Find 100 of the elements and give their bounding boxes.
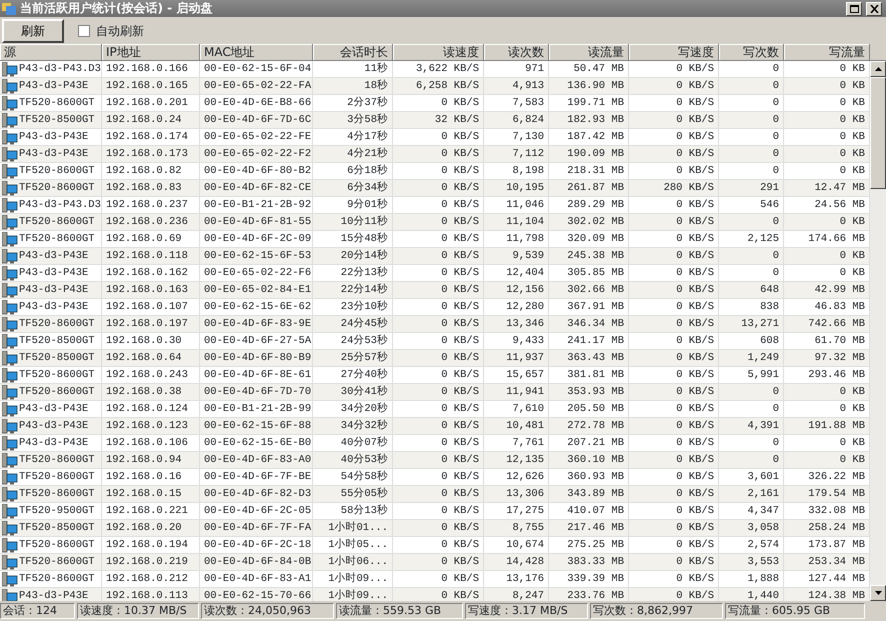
- computer-icon: [2, 520, 18, 536]
- table-cell: 10,481: [484, 418, 549, 435]
- table-cell: 291: [719, 180, 784, 197]
- scroll-up-button[interactable]: [870, 61, 886, 77]
- table-cell: 0 KB/S: [629, 112, 719, 129]
- table-cell: 6,824: [484, 112, 549, 129]
- table-cell: 302.66 MB: [549, 282, 629, 299]
- table-cell: 192.168.0.20: [102, 520, 200, 537]
- table-cell-text: P43-d3-P43E: [19, 249, 88, 264]
- table-cell: 192.168.0.197: [102, 316, 200, 333]
- table-cell: 13,306: [484, 486, 549, 503]
- table-cell: 42.99 MB: [784, 282, 870, 299]
- computer-icon: [2, 146, 18, 162]
- auto-refresh-label[interactable]: 自动刷新: [96, 22, 144, 40]
- table-cell: 0 KB/S: [393, 588, 484, 601]
- auto-refresh-checkbox[interactable]: [78, 24, 90, 36]
- computer-icon: [2, 402, 18, 416]
- column-header[interactable]: 读速度: [393, 44, 484, 61]
- table-cell: 742.66 MB: [784, 316, 870, 333]
- computer-icon: [2, 554, 18, 570]
- computer-icon: [2, 350, 18, 366]
- window-title: 当前活跃用户统计(按会话) - 启动盘: [20, 0, 212, 17]
- computer-icon: [2, 368, 18, 382]
- computer-icon: [2, 538, 18, 552]
- table-cell: 14,428: [484, 554, 549, 571]
- table-cell: 11,104: [484, 214, 549, 231]
- table-cell-text: P43-d3-P43E: [19, 130, 88, 145]
- scrollbar-track[interactable]: [870, 44, 886, 601]
- column-header[interactable]: 写速度: [629, 44, 719, 61]
- table-cell: 18秒: [313, 78, 393, 95]
- table-cell-text: TF520-8600GT: [19, 572, 95, 587]
- scroll-down-button[interactable]: [870, 585, 886, 601]
- table-cell-text: TF520-8500GT: [19, 113, 95, 128]
- table-cell: 1小时01...: [313, 520, 393, 537]
- table-cell-text: TF520-8600GT: [19, 96, 95, 111]
- table-cell: 00-E0-4D-6F-7D-70: [200, 384, 313, 401]
- table-cell: 360.10 MB: [549, 452, 629, 469]
- table-cell: 258.24 MB: [784, 520, 870, 537]
- table-cell: 0 KB/S: [629, 78, 719, 95]
- table-cell: 00-E0-65-02-22-F2: [200, 146, 313, 163]
- table-cell: 4,391: [719, 418, 784, 435]
- column-header[interactable]: 写次数: [719, 44, 784, 61]
- column-header[interactable]: 会话时长: [313, 44, 393, 61]
- table-cell-text: TF520-8600GT: [19, 453, 95, 468]
- table-cell-text: P43-d3-P43.D3: [19, 198, 101, 213]
- table-cell: 0: [719, 248, 784, 265]
- table-cell: 00-E0-4D-6F-80-B9: [200, 350, 313, 367]
- table-cell: 192.168.0.236: [102, 214, 200, 231]
- table-cell: 12.47 MB: [784, 180, 870, 197]
- column-header[interactable]: 源: [0, 44, 102, 61]
- status-text: 读流量：559.53 GB: [336, 603, 463, 619]
- table-cell: 00-E0-4D-6F-83-9E: [200, 316, 313, 333]
- table-cell: 648: [719, 282, 784, 299]
- maximize-button[interactable]: [846, 2, 862, 16]
- column-header[interactable]: 读流量: [549, 44, 629, 61]
- table-cell: 12,156: [484, 282, 549, 299]
- table-cell: 3,553: [719, 554, 784, 571]
- table-cell: 3分58秒: [313, 112, 393, 129]
- table-cell: 10分11秒: [313, 214, 393, 231]
- column-header[interactable]: 写流量: [784, 44, 870, 61]
- table-cell-text: P43-d3-P43E: [19, 419, 88, 434]
- status-text: 会话：124: [0, 603, 75, 619]
- table-cell: 1,440: [719, 588, 784, 601]
- table-cell-text: P43-d3-P43E: [19, 402, 88, 417]
- table-cell: 0 KB/S: [393, 282, 484, 299]
- status-text: 读速度：10.37 MB/S: [77, 603, 199, 619]
- computer-icon: [2, 198, 18, 212]
- table-cell: 182.93 MB: [549, 112, 629, 129]
- table-cell: 13,271: [719, 316, 784, 333]
- table-cell: 22分14秒: [313, 282, 393, 299]
- table-cell-text: P43-d3-P43E: [19, 436, 88, 451]
- column-header[interactable]: MAC地址: [200, 44, 313, 61]
- column-header[interactable]: 读次数: [484, 44, 549, 61]
- maximize-icon: [850, 5, 858, 13]
- table-cell: 00-E0-65-02-84-E1: [200, 282, 313, 299]
- table-cell: 0: [719, 452, 784, 469]
- scroll-thumb[interactable]: [870, 77, 886, 189]
- table-cell-text: TF520-8500GT: [19, 351, 95, 366]
- table-cell: 280 KB/S: [629, 180, 719, 197]
- table-cell: 261.87 MB: [549, 180, 629, 197]
- table-cell: 0 KB/S: [629, 350, 719, 367]
- table-cell: 9,539: [484, 248, 549, 265]
- column-header[interactable]: IP地址: [102, 44, 200, 61]
- computer-icon: [2, 248, 18, 264]
- table-cell: 4分21秒: [313, 146, 393, 163]
- table-cell: 10,195: [484, 180, 549, 197]
- table-cell: 383.33 MB: [549, 554, 629, 571]
- refresh-button[interactable]: 刷新: [2, 18, 64, 42]
- status-text: 写次数：8,862,997: [590, 603, 723, 619]
- close-button[interactable]: [866, 2, 882, 16]
- table-cell-text: P43-d3-P43E: [19, 147, 88, 162]
- table-cell-text: TF520-9500GT: [19, 504, 95, 519]
- table-cell: 0 KB/S: [393, 316, 484, 333]
- status-text: 读次数：24,050,963: [201, 603, 334, 619]
- table-cell: 0 KB/S: [629, 146, 719, 163]
- table-cell: 0 KB/S: [393, 418, 484, 435]
- table-cell: 353.93 MB: [549, 384, 629, 401]
- table-cell: 0 KB/S: [629, 486, 719, 503]
- table-cell: 13,346: [484, 316, 549, 333]
- table-cell: 217.46 MB: [549, 520, 629, 537]
